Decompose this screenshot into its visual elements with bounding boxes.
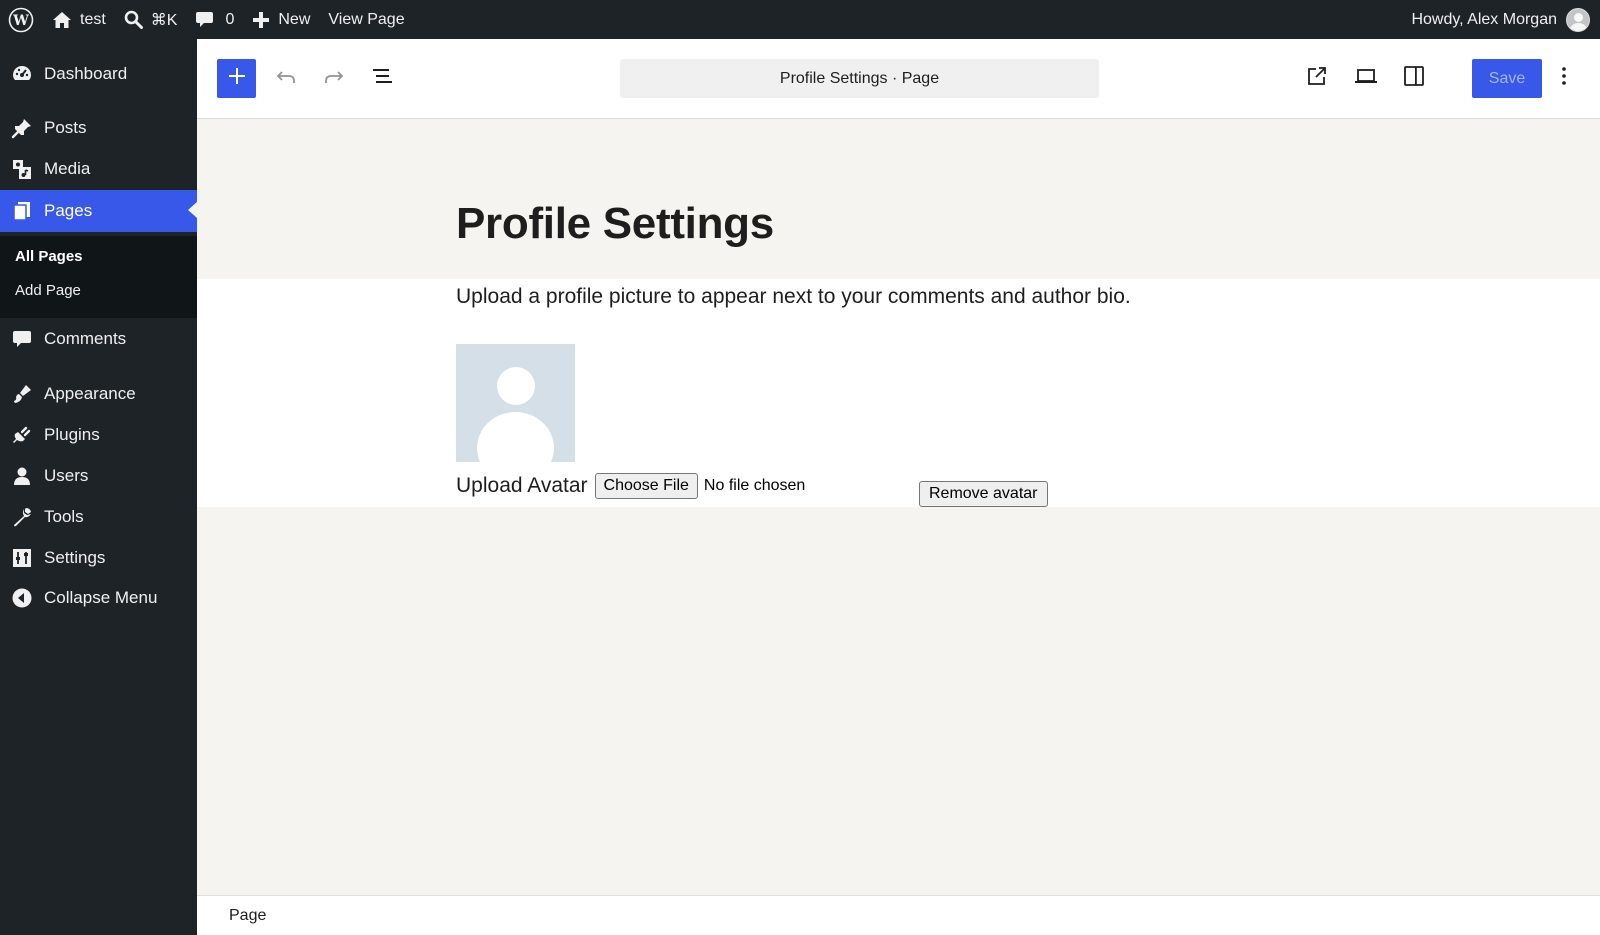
intro-paragraph[interactable]: Upload a profile picture to appear next … [456,285,1131,309]
settings-sidebar-button[interactable] [1394,59,1433,98]
view-page-button[interactable] [1297,59,1336,98]
list-view-icon [370,64,394,93]
plus-icon [227,66,247,91]
command-palette-button[interactable]: ⌘K [115,0,187,39]
my-account-link[interactable]: Howdy, Alex Morgan [1411,0,1600,39]
sidebar-item-pages[interactable]: Pages [0,190,197,232]
redo-button[interactable] [314,59,353,98]
undo-button[interactable] [266,59,305,98]
sidebar-item-appearance[interactable]: Appearance [0,374,197,414]
laptop-icon [1353,64,1379,93]
collapse-icon [0,587,44,609]
howdy-text: Howdy, Alex Morgan [1411,10,1557,28]
sidebar-item-label: Users [44,466,89,485]
sidebar-item-media[interactable]: Media [0,149,197,189]
sidebar-item-label: Pages [44,201,93,220]
home-icon [52,10,72,30]
document-overview-button[interactable] [362,59,401,98]
wrench-icon [0,506,44,528]
sidebar-item-users[interactable]: Users [0,456,197,496]
page-title[interactable]: Profile Settings [456,199,774,249]
wordpress-logo-icon[interactable]: W [0,0,43,39]
view-page-link[interactable]: View Page [319,0,413,39]
avatar [1566,7,1590,32]
pages-icon [0,200,44,222]
new-content-link[interactable]: New [243,0,319,39]
pages-submenu: All Pages Add Page [0,236,197,318]
document-title: Profile Settings · Page [779,69,940,87]
sidebar-item-label: Settings [44,548,106,567]
upload-avatar-row: Upload Avatar Choose File No file chosen [456,472,805,500]
redo-icon [322,64,346,93]
plus-icon [252,11,270,29]
sidebar-item-label: Appearance [44,384,136,403]
comments-link[interactable]: 0 [186,0,243,39]
sliders-icon [0,547,44,569]
search-icon [124,10,143,29]
submenu-all-pages[interactable]: All Pages [15,248,83,265]
editor-canvas: Profile Settings Upload a profile pictur… [197,119,1600,895]
sidebar-toggle-icon [1402,64,1426,93]
sidebar-item-collapse[interactable]: Collapse Menu [0,578,197,618]
svg-text:W: W [12,13,29,29]
search-shortcut: ⌘K [150,11,178,29]
preview-device-button[interactable] [1346,59,1385,98]
options-menu-button[interactable] [1549,59,1579,98]
upload-avatar-label: Upload Avatar [456,474,588,497]
comment-icon [0,328,44,350]
breadcrumb[interactable]: Page [229,907,266,925]
admin-bar: W test ⌘K 0 New View Page Howdy, Alex Mo… [0,0,1600,39]
comment-icon [195,10,214,29]
sidebar-item-label: Plugins [44,425,100,444]
editor-toolbar: Profile Settings · Page Save [197,39,1600,119]
add-block-button[interactable] [217,59,256,98]
sidebar-item-posts[interactable]: Posts [0,108,197,148]
sidebar-item-label: Posts [44,118,87,137]
file-status-text: No file chosen [703,477,806,494]
plug-icon [0,424,44,446]
user-icon [0,465,44,487]
media-icon [0,158,44,180]
sidebar-item-comments[interactable]: Comments [0,319,197,359]
sidebar-item-settings[interactable]: Settings [0,538,197,578]
more-vertical-icon [1561,65,1567,92]
external-link-icon [1305,64,1329,93]
undo-icon [274,64,298,93]
site-name: test [80,10,106,28]
sidebar-item-label: Tools [44,507,84,526]
document-title-bar[interactable]: Profile Settings · Page [620,59,1099,98]
new-label: New [278,10,311,28]
sidebar-item-tools[interactable]: Tools [0,497,197,537]
view-page-label: View Page [328,10,405,28]
sidebar-item-plugins[interactable]: Plugins [0,415,197,455]
avatar-placeholder-image [456,344,575,462]
editor-footer: Page [197,895,1600,935]
submenu-add-page[interactable]: Add Page [15,282,81,299]
site-name-link[interactable]: test [43,0,115,39]
sidebar-item-label: Collapse Menu [44,588,158,607]
choose-file-button[interactable]: Choose File [594,473,698,499]
sidebar-item-label: Dashboard [44,64,128,83]
admin-sidebar: Dashboard Posts Media Pages All Pages Ad… [0,39,197,935]
remove-avatar-button[interactable]: Remove avatar [919,481,1048,507]
sidebar-item-label: Comments [44,329,127,348]
comments-count: 0 [225,10,235,28]
dashboard-icon [0,63,44,85]
brush-icon [0,383,44,405]
save-button[interactable]: Save [1472,59,1542,98]
pin-icon [0,117,44,139]
profile-form-block [197,279,1600,507]
sidebar-item-dashboard[interactable]: Dashboard [0,54,197,94]
sidebar-item-label: Media [44,159,91,178]
